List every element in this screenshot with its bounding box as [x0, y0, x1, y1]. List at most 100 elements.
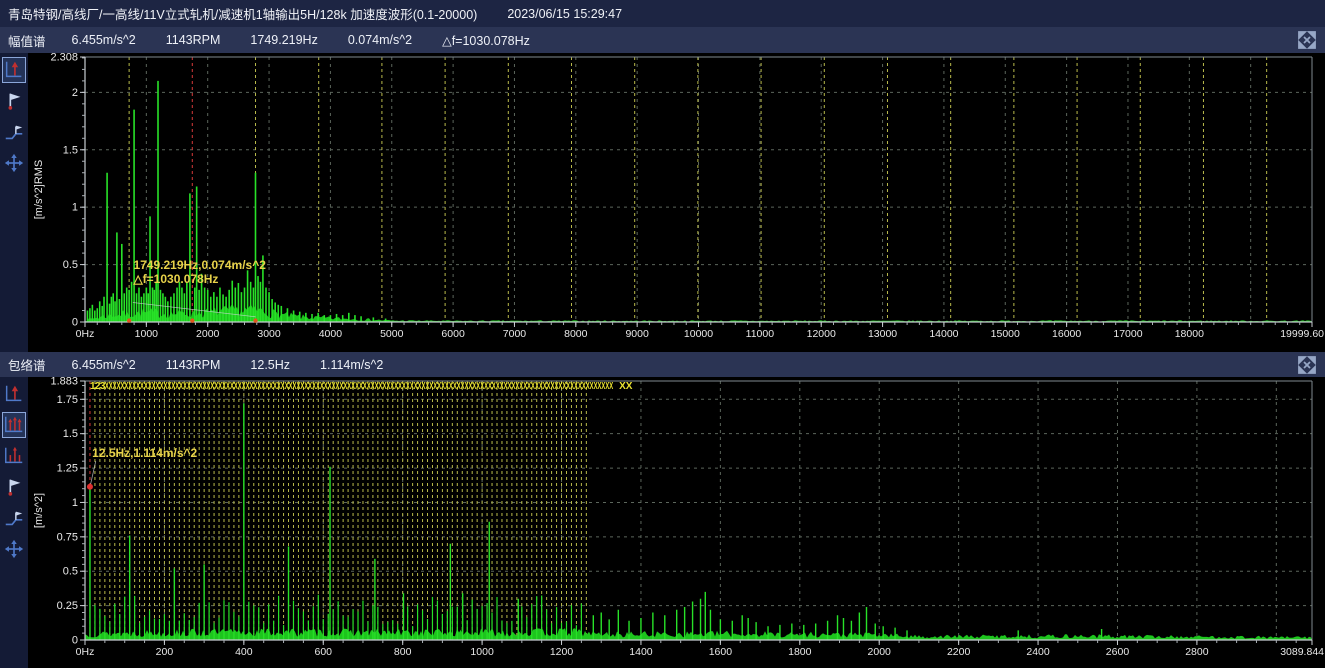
svg-text:0.75: 0.75 [57, 531, 78, 543]
svg-text:14000: 14000 [929, 328, 958, 340]
svg-text:1749.219Hz,0.074m/s^2: 1749.219Hz,0.074m/s^2 [133, 258, 266, 272]
single-cursor-tool[interactable] [2, 57, 26, 83]
peak-flag-icon [3, 507, 25, 529]
envelope-spectrum-plot[interactable]: 123XXXXXXXXXXXXXXXXXXXXXXXXXXXXXXXXXXXXX… [28, 377, 1325, 668]
svg-text:400: 400 [235, 646, 253, 658]
sideband-cursor-tool[interactable] [2, 443, 26, 469]
measurement-datetime: 2023/06/15 15:29:47 [507, 7, 622, 21]
svg-text:4000: 4000 [319, 328, 343, 340]
svg-text:0.5: 0.5 [63, 259, 78, 271]
peak-flag-icon [3, 121, 25, 143]
flag-tool[interactable] [2, 474, 26, 500]
svg-text:5000: 5000 [380, 328, 404, 340]
svg-text:7000: 7000 [503, 328, 527, 340]
svg-text:19999.60: 19999.60 [1280, 328, 1324, 340]
svg-text:1.5: 1.5 [63, 428, 78, 440]
svg-text:△f=1030.078Hz: △f=1030.078Hz [132, 272, 218, 286]
svg-text:6000: 6000 [441, 328, 465, 340]
move-tool[interactable] [2, 536, 26, 562]
svg-text:10000: 10000 [684, 328, 713, 340]
delta-frequency: △f=1030.078Hz [442, 33, 530, 48]
harmonic-order-band: 123XXXXXXXXXXXXXXXXXXXXXXXXXXXXXXXXXXXXX… [90, 381, 633, 392]
cursor-amplitude: 1.114m/s^2 [320, 358, 383, 372]
gridlines [85, 57, 1312, 322]
svg-text:0.5: 0.5 [63, 566, 78, 578]
svg-text:17000: 17000 [1113, 328, 1142, 340]
svg-text:12.5Hz,1.114m/s^2: 12.5Hz,1.114m/s^2 [92, 446, 197, 460]
svg-text:0Hz: 0Hz [76, 646, 95, 658]
svg-text:600: 600 [314, 646, 332, 658]
svg-text:13000: 13000 [868, 328, 897, 340]
svg-text:800: 800 [394, 646, 412, 658]
speed-rpm: 1143RPM [166, 358, 221, 372]
amplitude-spectrum-plot[interactable]: 0Hz1000200030004000500060007000800090001… [28, 53, 1325, 352]
expand-icon[interactable] [1297, 355, 1317, 375]
harmonic-cursor-tool[interactable] [2, 412, 26, 438]
cursor-frequency: 1749.219Hz [250, 33, 317, 47]
cursor-lines[interactable] [90, 381, 586, 640]
cursor-amplitude: 0.074m/s^2 [348, 33, 412, 47]
single-cursor-icon [3, 383, 25, 405]
svg-text:1400: 1400 [629, 646, 653, 658]
svg-text:1.883: 1.883 [50, 377, 78, 388]
envelope-toolbar [0, 377, 28, 668]
chart-title: 包络谱 [8, 355, 46, 374]
single-cursor-tool[interactable] [2, 381, 26, 407]
peak-flag-tool[interactable] [2, 505, 26, 531]
svg-text:2400: 2400 [1026, 646, 1050, 658]
single-cursor-icon [3, 59, 25, 81]
svg-text:1.25: 1.25 [57, 463, 78, 475]
svg-text:12000: 12000 [807, 328, 836, 340]
svg-text:1000: 1000 [135, 328, 159, 340]
flag-tool[interactable] [2, 88, 26, 114]
svg-text:XXXXXXXXXXXXXXXXXXXXXXXXXXXXXX: XXXXXXXXXXXXXXXXXXXXXXXXXXXXXXXXXXXXXXXX… [105, 381, 613, 392]
envelope-spectrum-chart[interactable]: 123XXXXXXXXXXXXXXXXXXXXXXXXXXXXXXXXXXXXX… [0, 377, 1325, 668]
plot-frame [80, 57, 1312, 327]
move-icon [3, 152, 25, 174]
overall-value: 6.455m/s^2 [72, 33, 136, 47]
expand-icon[interactable] [1297, 30, 1317, 50]
envelope-spectrum-header: 包络谱 6.455m/s^2 1143RPM 12.5Hz 1.114m/s^2 [0, 352, 1325, 378]
svg-text:2000: 2000 [196, 328, 220, 340]
speed-rpm: 1143RPM [166, 33, 221, 47]
svg-text:3089.844: 3089.844 [1280, 646, 1324, 658]
svg-text:18000: 18000 [1175, 328, 1204, 340]
svg-text:15000: 15000 [991, 328, 1020, 340]
titlebar: 青岛特钢/高线厂/一高线/11V立式轧机/减速机1轴输出5H/128k 加速度波… [0, 0, 1325, 27]
chart-title: 幅值谱 [8, 31, 46, 50]
flag-icon [3, 476, 25, 498]
amplitude-spectrum-chart[interactable]: 0Hz1000200030004000500060007000800090001… [0, 53, 1325, 352]
svg-text:2200: 2200 [947, 646, 971, 658]
move-tool[interactable] [2, 150, 26, 176]
svg-text:2000: 2000 [868, 646, 892, 658]
svg-text:XX: XX [619, 381, 633, 392]
svg-text:1600: 1600 [709, 646, 733, 658]
overall-value: 6.455m/s^2 [72, 358, 136, 372]
cursor-lines[interactable] [129, 57, 1267, 322]
svg-text:8000: 8000 [564, 328, 588, 340]
flag-icon [3, 90, 25, 112]
svg-text:3000: 3000 [257, 328, 281, 340]
svg-text:2600: 2600 [1106, 646, 1130, 658]
spectrum-peaks [87, 81, 385, 322]
svg-text:16000: 16000 [1052, 328, 1081, 340]
cursor-frequency: 12.5Hz [250, 358, 290, 372]
move-icon [3, 538, 25, 560]
svg-text:11000: 11000 [746, 328, 775, 340]
svg-text:2: 2 [72, 87, 78, 99]
svg-text:1800: 1800 [788, 646, 812, 658]
sideband-cursor-icon [3, 445, 25, 467]
svg-text:0: 0 [72, 635, 78, 647]
svg-text:2800: 2800 [1185, 646, 1209, 658]
amplitude-toolbar [0, 53, 28, 352]
svg-text:1.5: 1.5 [63, 144, 78, 156]
svg-text:1000: 1000 [470, 646, 494, 658]
svg-text:1.75: 1.75 [57, 394, 78, 406]
svg-text:0: 0 [72, 317, 78, 329]
peak-flag-tool[interactable] [2, 119, 26, 145]
spectrum-peaks [90, 403, 1102, 640]
svg-text:1: 1 [72, 497, 78, 509]
amplitude-spectrum-header: 幅值谱 6.455m/s^2 1143RPM 1749.219Hz 0.074m… [0, 27, 1325, 54]
axis-labels: 0Hz2004006008001000120014001600180020002… [33, 377, 1324, 658]
svg-text:200: 200 [156, 646, 174, 658]
